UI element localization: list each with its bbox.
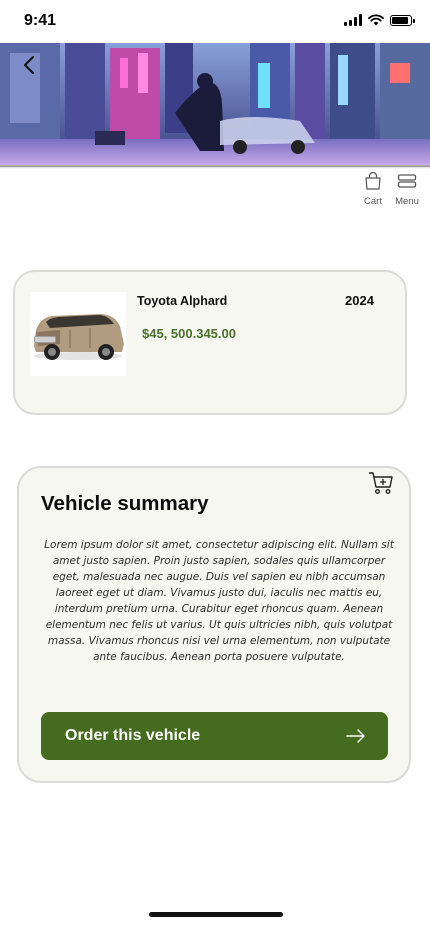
arrow-right-icon	[346, 729, 365, 743]
vehicle-name: Toyota Alphard	[137, 294, 228, 308]
order-vehicle-button[interactable]: Order this vehicle	[41, 712, 388, 760]
summary-description: Lorem ipsum dolor sit amet, consectetur …	[44, 539, 394, 663]
status-time: 9:41	[24, 12, 57, 29]
home-indicator[interactable]	[149, 912, 283, 917]
hero-shadow	[0, 165, 430, 169]
menu-label: Menu	[395, 196, 419, 207]
wifi-icon	[368, 14, 384, 26]
back-button[interactable]	[18, 54, 40, 76]
vehicle-summary-card: Vehicle summary Lorem ipsum dolor sit am…	[17, 466, 411, 783]
cart-label: Cart	[364, 196, 382, 207]
vehicle-price: $45, 500.345.00	[142, 326, 236, 341]
add-to-cart-icon	[369, 472, 393, 494]
menu-button[interactable]: Menu	[389, 172, 425, 207]
hero-banner-image	[0, 43, 430, 167]
battery-icon	[390, 14, 415, 26]
order-button-label: Order this vehicle	[65, 727, 201, 744]
cellular-signal-icon	[344, 14, 362, 26]
product-card[interactable]: Toyota Alphard 2024 $45, 500.345.00	[13, 270, 407, 415]
menu-icon	[397, 174, 417, 188]
add-to-cart-button[interactable]	[367, 470, 395, 496]
vehicle-year: 2024	[345, 293, 374, 308]
shopping-bag-icon	[365, 171, 381, 190]
chevron-left-icon	[24, 56, 34, 74]
vehicle-thumbnail	[30, 292, 126, 376]
summary-title: Vehicle summary	[41, 492, 209, 515]
status-icons	[344, 14, 415, 26]
status-bar: 9:41	[0, 0, 430, 42]
cart-button[interactable]: Cart	[355, 171, 391, 207]
